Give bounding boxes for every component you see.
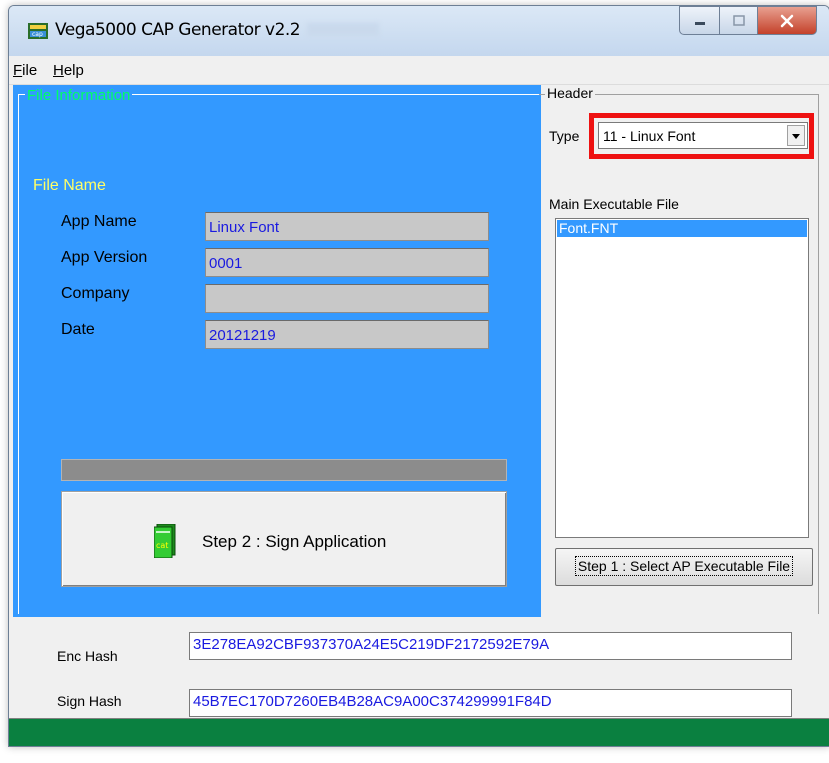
title-bar[interactable]: cap Vega5000 CAP Generator v2.2 xyxy=(9,6,829,56)
enc-hash-field[interactable]: 3E278EA92CBF937370A24E5C219DF2172592E79A xyxy=(189,632,792,660)
header-border-right xyxy=(818,94,819,614)
menu-help-rest: elp xyxy=(63,62,84,79)
dropdown-arrow-button[interactable] xyxy=(787,125,805,146)
type-dropdown-value: 11 - Linux Font xyxy=(603,128,696,144)
header-group: Header Type 11 - Linux Font Main Executa… xyxy=(539,85,819,614)
app-window: cap Vega5000 CAP Generator v2.2 File Hel… xyxy=(8,5,829,747)
main-executable-label: Main Executable File xyxy=(549,196,679,212)
menu-help[interactable]: Help xyxy=(53,62,84,79)
sign-hash-label: Sign Hash xyxy=(57,693,122,709)
file-name-label: File Name xyxy=(33,177,106,194)
file-information-legend: File Information xyxy=(25,87,133,104)
menu-bar: File Help xyxy=(9,56,829,85)
menu-file-mnemonic: F xyxy=(13,62,23,79)
app-name-label: App Name xyxy=(61,213,137,230)
cap-file-icon: cat xyxy=(154,524,176,558)
date-field: 20121219 xyxy=(205,320,489,349)
header-legend: Header xyxy=(545,85,595,101)
app-version-label: App Version xyxy=(61,249,148,266)
select-executable-button[interactable]: Step 1 : Select AP Executable File xyxy=(555,548,813,586)
progress-bar xyxy=(61,459,507,481)
status-bar xyxy=(9,718,829,746)
minimize-icon xyxy=(695,21,705,25)
company-field xyxy=(205,284,489,313)
app-icon: cap xyxy=(28,23,48,39)
list-item[interactable]: Font.FNT xyxy=(557,220,807,237)
select-executable-label: Step 1 : Select AP Executable File xyxy=(574,556,794,576)
chevron-down-icon xyxy=(792,134,800,139)
file-information-border-left xyxy=(18,94,19,614)
svg-text:cap: cap xyxy=(32,31,43,38)
type-dropdown[interactable]: 11 - Linux Font xyxy=(598,122,808,149)
sign-application-button[interactable]: cat Step 2 : Sign Application xyxy=(61,491,507,587)
close-button[interactable] xyxy=(757,6,817,35)
menu-file[interactable]: File xyxy=(13,62,37,79)
company-label: Company xyxy=(61,285,130,302)
minimize-button[interactable] xyxy=(679,6,721,35)
app-name-field: Linux Font xyxy=(205,212,489,241)
window-title: Vega5000 CAP Generator v2.2 xyxy=(55,20,301,40)
main-executable-listbox[interactable]: Font.FNT xyxy=(555,218,809,538)
menu-help-mnemonic: H xyxy=(53,62,64,79)
app-version-field: 0001 xyxy=(205,248,489,277)
close-icon xyxy=(780,14,794,27)
enc-hash-label: Enc Hash xyxy=(57,648,118,664)
maximize-icon xyxy=(733,14,745,26)
date-label: Date xyxy=(61,321,95,338)
sign-application-label: Step 2 : Sign Application xyxy=(202,532,387,551)
file-information-panel: File Information File Name App Name Linu… xyxy=(13,85,541,617)
client-area: File Information File Name App Name Linu… xyxy=(9,85,829,746)
type-label: Type xyxy=(549,128,580,144)
maximize-button[interactable] xyxy=(719,6,759,35)
cap-file-icon-text: cat xyxy=(156,541,168,550)
title-blur xyxy=(307,23,379,36)
menu-file-rest: ile xyxy=(22,62,38,79)
sign-hash-field[interactable]: 45B7EC170D7260EB4B28AC9A00C374299991F84D xyxy=(189,689,792,717)
